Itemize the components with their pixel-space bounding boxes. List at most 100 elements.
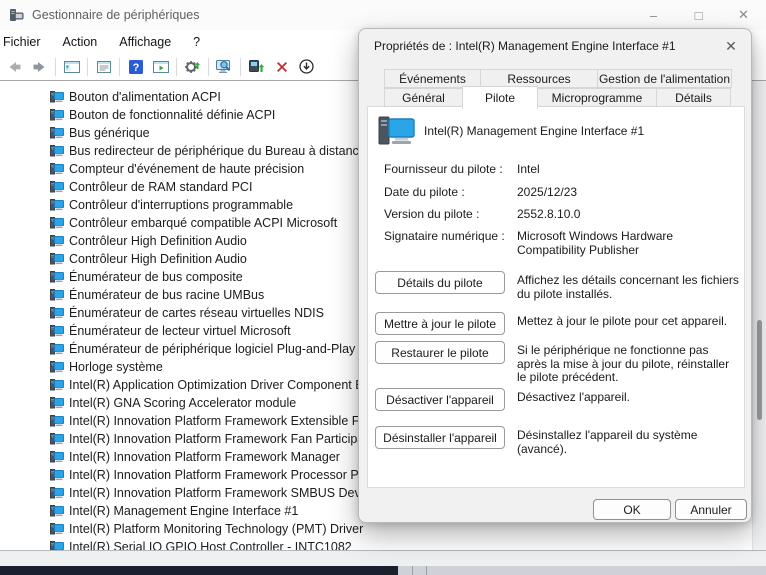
- dialog-tab[interactable]: Microprogramme: [537, 88, 657, 107]
- ok-button[interactable]: OK: [593, 499, 671, 520]
- tree-item-label: Intel(R) Innovation Platform Framework M…: [69, 450, 340, 464]
- dialog-tab[interactable]: Général: [384, 88, 463, 107]
- minimize-button[interactable]: –: [631, 0, 676, 30]
- tree-item-label: Intel(R) Innovation Platform Framework S…: [69, 486, 377, 500]
- device-icon: [50, 379, 64, 391]
- toolbar-separator: [87, 58, 88, 76]
- driver-action-button[interactable]: Désinstaller l'appareil: [375, 426, 505, 449]
- tree-item-label: Contrôleur High Definition Audio: [69, 234, 247, 248]
- device-icon: [50, 271, 64, 283]
- tree-scrollbar[interactable]: [752, 81, 766, 550]
- tree-item[interactable]: Intel(R) Serial IO GPIO Host Controller …: [0, 538, 752, 550]
- window-title: Gestionnaire de périphériques: [32, 8, 199, 22]
- update-driver-icon[interactable]: [180, 55, 205, 79]
- device-icon: [50, 433, 64, 445]
- tree-item-label: Énumérateur de bus composite: [69, 270, 243, 284]
- tree-item-label: Énumérateur de cartes réseau virtuelles …: [69, 306, 324, 320]
- enable-device-icon[interactable]: [244, 55, 269, 79]
- device-icon: [50, 127, 64, 139]
- help-icon[interactable]: ?: [123, 55, 148, 79]
- device-icon: [50, 325, 64, 337]
- toolbar-separator: [119, 58, 120, 76]
- driver-action-description: Désactivez l'appareil.: [517, 391, 741, 405]
- tree-item-label: Compteur d'événement de haute précision: [69, 162, 304, 176]
- device-large-icon: [378, 115, 416, 147]
- bottom-divider: [426, 566, 427, 575]
- properties-dialog: Propriétés de : Intel(R) Management Engi…: [358, 28, 752, 523]
- main-window-titlebar: Gestionnaire de périphériques – □ ✕: [0, 0, 766, 30]
- tree-item-label: Bouton de fonctionnalité définie ACPI: [69, 108, 275, 122]
- driver-action-button[interactable]: Désactiver l'appareil: [375, 388, 505, 411]
- menu-item[interactable]: Affichage: [108, 35, 182, 49]
- field-value: Microsoft Windows Hardware Compatibility…: [517, 229, 735, 257]
- field-label: Fournisseur du pilote :: [384, 162, 503, 176]
- tree-item-label: Intel(R) Serial IO GPIO Host Controller …: [69, 540, 352, 550]
- menu-item[interactable]: ?: [182, 35, 211, 49]
- properties-icon[interactable]: [91, 55, 116, 79]
- dialog-tab[interactable]: Détails: [656, 88, 731, 107]
- driver-action-description: Désinstallez l'appareil du système (avan…: [517, 429, 741, 456]
- device-icon: [50, 145, 64, 157]
- tree-item-label: Intel(R) Innovation Platform Framework P…: [69, 468, 370, 482]
- toolbar-separator: [208, 58, 209, 76]
- device-icon: [50, 541, 64, 550]
- tree-item-label: Bus générique: [69, 126, 150, 140]
- dialog-title: Propriétés de : Intel(R) Management Engi…: [359, 29, 751, 63]
- toolbar-separator: [176, 58, 177, 76]
- dialog-tab[interactable]: Gestion de l'alimentation: [597, 69, 732, 88]
- device-icon: [50, 451, 64, 463]
- close-button[interactable]: ✕: [721, 0, 766, 30]
- show-action-pane-icon[interactable]: [148, 55, 173, 79]
- uninstall-device-icon[interactable]: [269, 55, 294, 79]
- tree-item-label: Intel(R) Innovation Platform Framework F…: [69, 432, 371, 446]
- tab-row-1: Événements Ressources Gestion de l'alime…: [384, 69, 734, 88]
- device-icon: [50, 307, 64, 319]
- field-value: 2552.8.10.0: [517, 207, 735, 221]
- disable-device-icon[interactable]: [294, 55, 319, 79]
- cancel-button[interactable]: Annuler: [675, 499, 747, 520]
- maximize-button[interactable]: □: [676, 0, 721, 30]
- svg-text:?: ?: [132, 62, 139, 74]
- dialog-close-icon[interactable]: ✕: [720, 35, 742, 57]
- back-icon[interactable]: [2, 55, 27, 79]
- device-icon: [50, 415, 64, 427]
- taskbar-strip: [0, 566, 398, 575]
- device-icon: [50, 397, 64, 409]
- window-bottom-strip: [0, 550, 766, 566]
- tree-item-label: Énumérateur de périphérique logiciel Plu…: [69, 342, 355, 356]
- menu-item[interactable]: Fichier: [0, 35, 52, 49]
- menu-item[interactable]: Action: [52, 35, 109, 49]
- forward-icon[interactable]: [27, 55, 52, 79]
- tree-item-label: Intel(R) GNA Scoring Accelerator module: [69, 396, 296, 410]
- driver-tab-panel: Intel(R) Management Engine Interface #1 …: [367, 106, 745, 488]
- device-icon: [50, 217, 64, 229]
- driver-action-button[interactable]: Mettre à jour le pilote: [375, 312, 505, 335]
- field-label: Version du pilote :: [384, 207, 479, 221]
- field-value: Intel: [517, 162, 735, 176]
- field-label: Date du pilote :: [384, 185, 465, 199]
- tree-item-label: Contrôleur High Definition Audio: [69, 252, 247, 266]
- tab-row-2: Général Pilote Microprogramme Détails: [384, 88, 734, 107]
- scan-hardware-changes-icon[interactable]: [212, 55, 237, 79]
- dialog-tab[interactable]: Pilote: [462, 86, 538, 109]
- tree-item-label: Intel(R) Innovation Platform Framework E…: [69, 414, 371, 428]
- device-icon: [50, 469, 64, 481]
- tree-item-label: Bus redirecteur de périphérique du Burea…: [69, 144, 366, 158]
- tree-item-label: Horloge système: [69, 360, 163, 374]
- device-icon: [50, 91, 64, 103]
- dialog-tabs: Événements Ressources Gestion de l'alime…: [384, 69, 734, 107]
- tree-item-label: Contrôleur embarqué compatible ACPI Micr…: [69, 216, 337, 230]
- bottom-divider: [412, 566, 413, 575]
- tree-item-label: Bouton d'alimentation ACPI: [69, 90, 221, 104]
- tree-scrollbar-thumb[interactable]: [757, 320, 762, 420]
- desktop-strip: [398, 566, 766, 575]
- device-manager-app-icon: [9, 8, 24, 23]
- driver-action-button[interactable]: Détails du pilote: [375, 271, 505, 294]
- driver-action-button[interactable]: Restaurer le pilote: [375, 341, 505, 364]
- device-icon: [50, 361, 64, 373]
- field-label: Signataire numérique :: [384, 229, 505, 243]
- device-icon: [50, 289, 64, 301]
- device-icon: [50, 487, 64, 499]
- toolbar-separator: [240, 58, 241, 76]
- show-console-tree-icon[interactable]: [59, 55, 84, 79]
